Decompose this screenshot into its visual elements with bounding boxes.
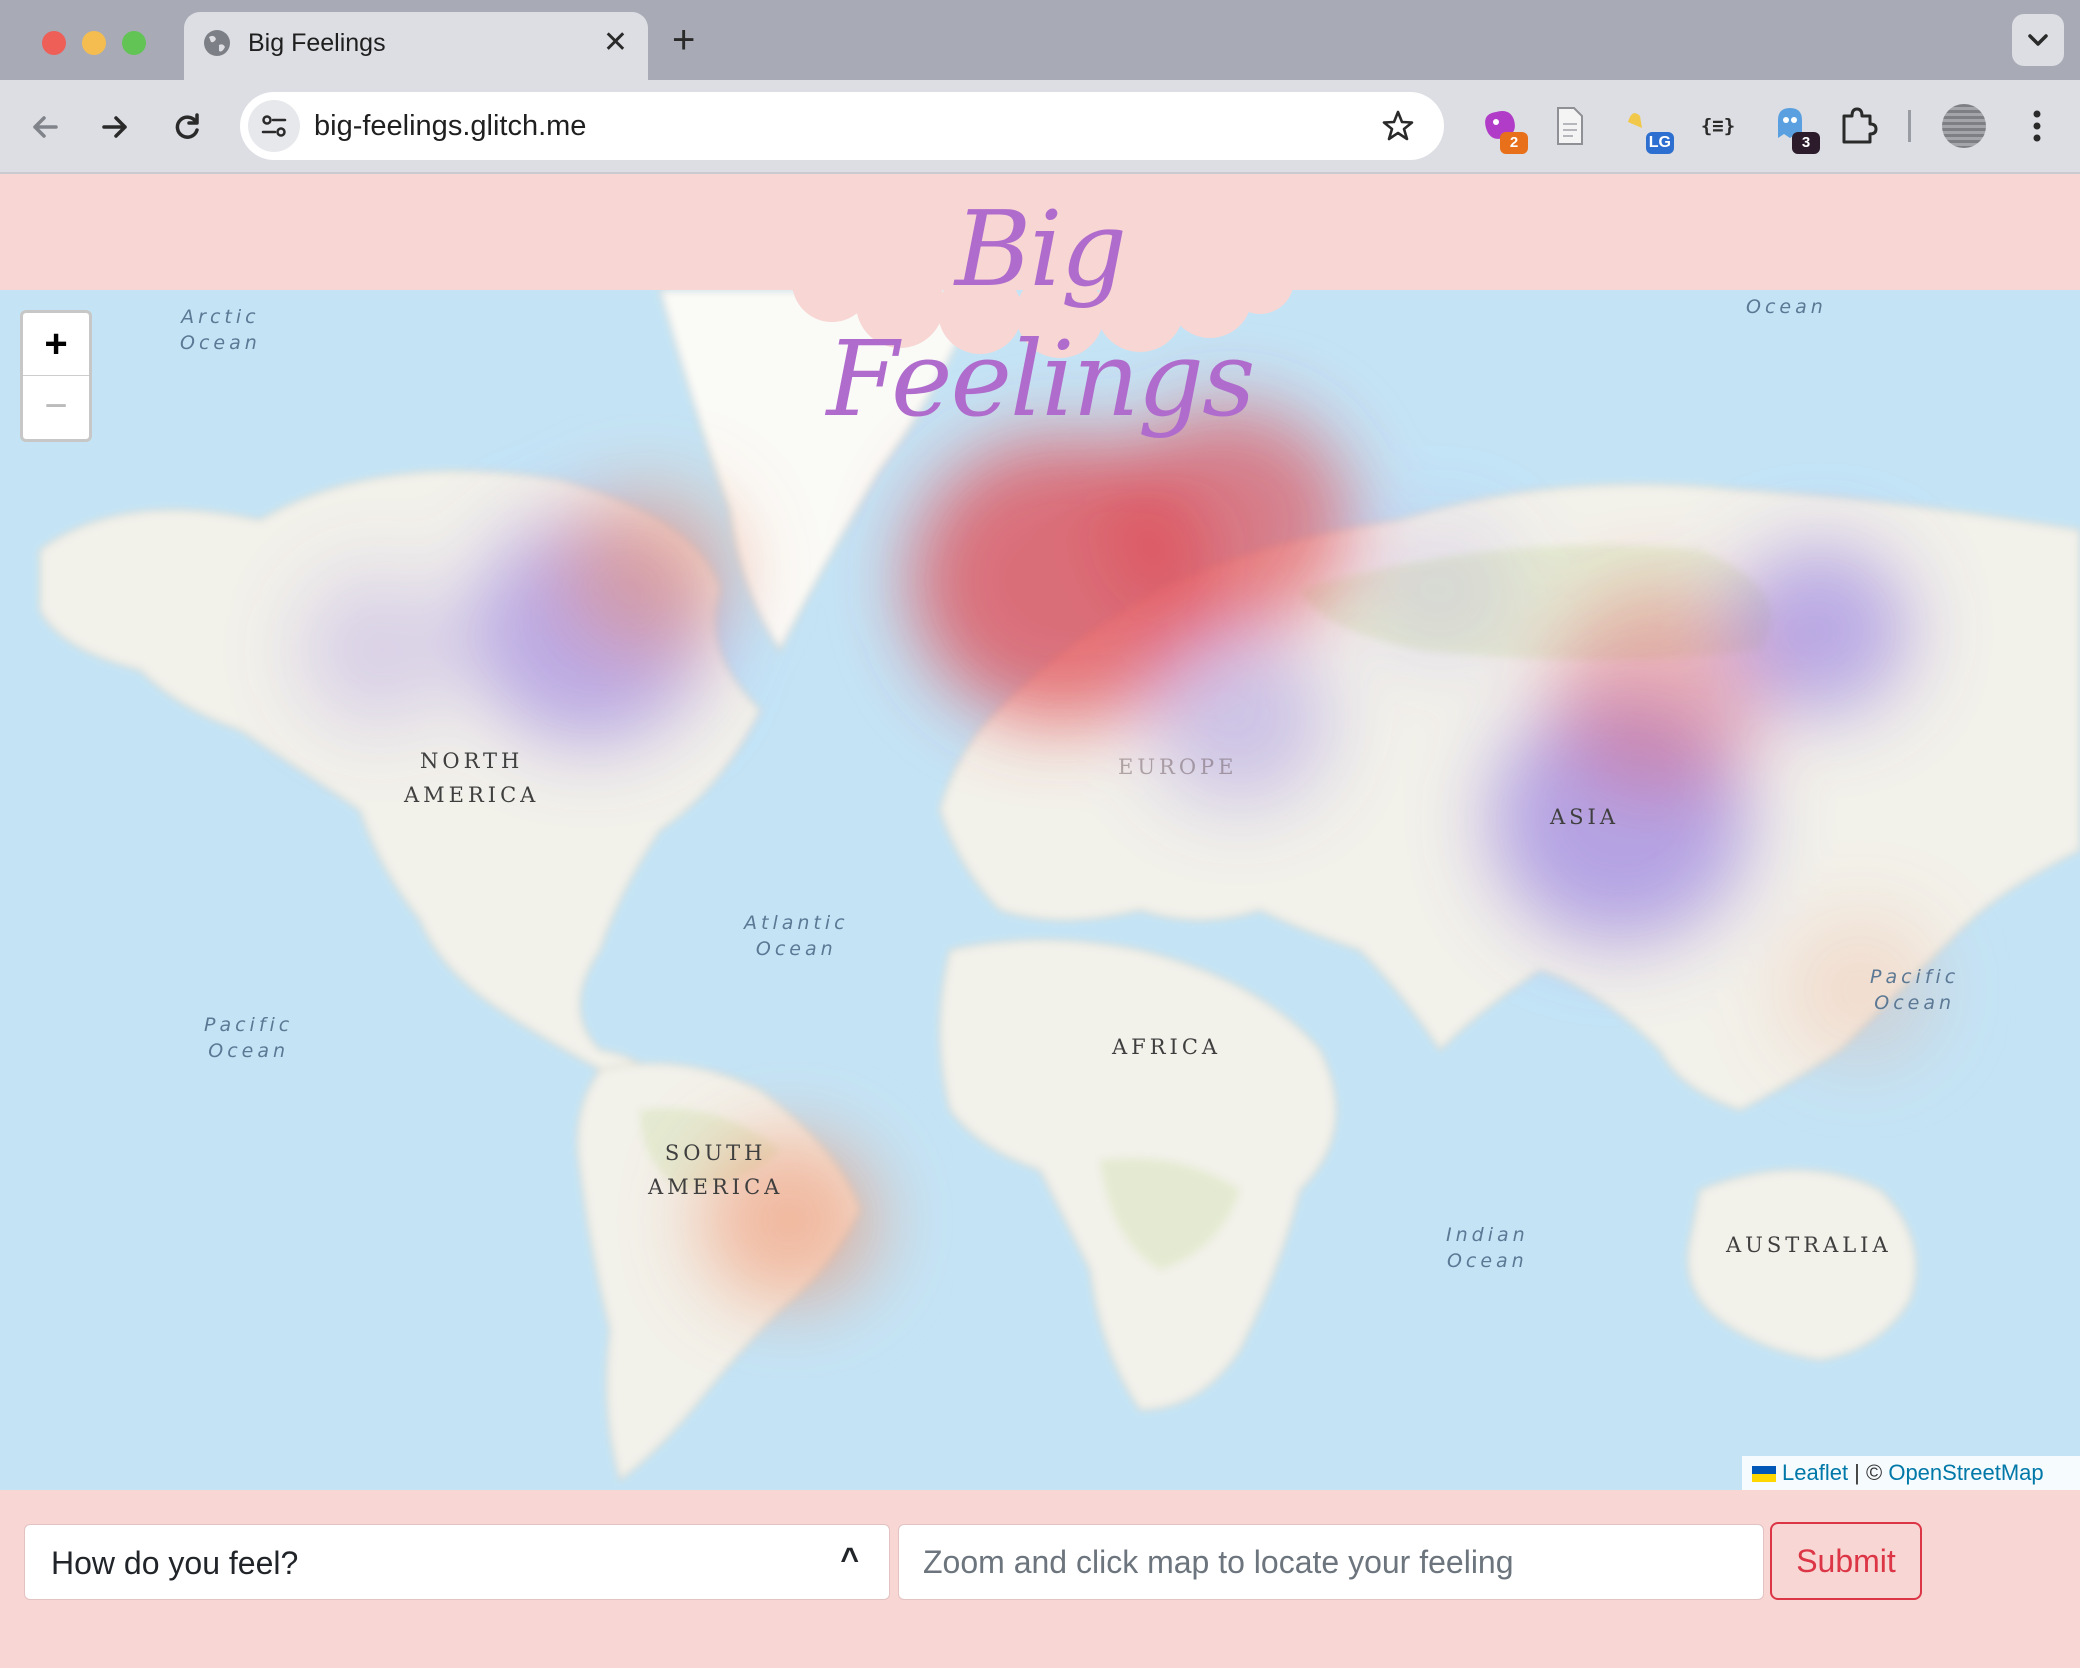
profile-avatar[interactable] — [1942, 104, 1986, 148]
document-icon — [1557, 107, 1583, 145]
location-input[interactable] — [898, 1524, 1764, 1600]
tune-icon — [261, 115, 287, 137]
site-info-button[interactable] — [248, 100, 300, 152]
feeling-select-value: How do you feel? — [51, 1545, 299, 1581]
url-text[interactable]: big-feelings.glitch.me — [314, 107, 586, 145]
ocean-label-atlantic: Atlantic Ocean — [744, 912, 849, 960]
openstreetmap-link[interactable]: OpenStreetMap — [1888, 1460, 2043, 1485]
map-attribution: Leaflet | © OpenStreetMap — [1742, 1456, 2080, 1490]
heat-blob — [1360, 514, 1520, 666]
caret-up-icon: ^ — [840, 1541, 859, 1577]
ocean-label-arctic: Arctic Ocean — [180, 306, 261, 354]
arrow-left-icon — [33, 116, 58, 138]
ukraine-flag-icon — [1752, 1466, 1776, 1482]
toolbar-divider — [1908, 110, 1911, 142]
heat-blob — [560, 484, 740, 656]
continent-label-south-america: SOUTH AMERICA — [648, 1141, 784, 1199]
tab-title: Big Feelings — [248, 29, 386, 57]
document-extension-icon[interactable] — [1546, 102, 1594, 150]
json-extension-icon[interactable]: {≡} — [1694, 102, 1742, 150]
chevron-down-icon — [2028, 34, 2048, 46]
ocean-label-pacific-east: Pacific Ocean — [1870, 966, 1960, 1014]
globe-icon — [204, 30, 230, 56]
puzzle-icon — [1842, 107, 1878, 144]
browser-toolbar: big-feelings.glitch.me 2 LG {≡} 3 — [0, 80, 2080, 174]
extension-badge: 2 — [1500, 132, 1528, 154]
bookmark-star-icon[interactable] — [1380, 108, 1416, 144]
address-bar[interactable]: big-feelings.glitch.me — [240, 92, 1444, 160]
ghost-extension-icon[interactable]: 3 — [1768, 102, 1820, 154]
lg-extension-icon[interactable]: LG — [1622, 102, 1674, 154]
browser-tab-bar: Big Feelings ✕ + — [0, 0, 2080, 80]
heat-blob — [300, 574, 460, 726]
continent-label-north-america: NORTH AMERICA — [404, 749, 540, 807]
feeling-select[interactable]: How do you feel? ^ — [24, 1524, 890, 1600]
site-title: Big Feelings — [826, 188, 1255, 440]
forward-button[interactable] — [92, 104, 138, 150]
tab-search-button[interactable] — [2012, 14, 2064, 66]
tab-close-icon[interactable]: ✕ — [603, 26, 628, 60]
back-button[interactable] — [22, 104, 68, 150]
attribution-separator: | © — [1848, 1460, 1889, 1485]
extension-badge: LG — [1645, 132, 1674, 154]
reload-button[interactable] — [164, 104, 210, 150]
heat-blob — [1730, 544, 1910, 716]
more-menu-icon[interactable] — [2022, 104, 2052, 148]
window-minimize-button[interactable] — [82, 31, 106, 55]
zoom-control: + − — [20, 310, 92, 442]
window-close-button[interactable] — [42, 31, 66, 55]
window-maximize-button[interactable] — [122, 31, 146, 55]
purple-blob-extension-icon[interactable]: 2 — [1476, 102, 1528, 154]
zoom-in-button[interactable]: + — [23, 313, 89, 376]
puzzle-extensions-icon[interactable] — [1834, 102, 1882, 150]
leaflet-link[interactable]: Leaflet — [1782, 1460, 1848, 1485]
ocean-label-pacific-west: Pacific Ocean — [204, 1014, 294, 1062]
reload-icon — [175, 113, 199, 139]
world-map[interactable]: Arctic Ocean Ocean NORTH AMERICA Atlantic O… — [0, 290, 2080, 1490]
ocean-label-indian: Indian Ocean — [1446, 1224, 1529, 1272]
extension-badge: 3 — [1792, 132, 1820, 154]
continent-label-africa: AFRICA — [1112, 1035, 1222, 1059]
continent-label-asia: ASIA — [1550, 805, 1620, 829]
ocean-label-ne: Ocean — [1746, 296, 1827, 318]
arrow-right-icon — [102, 116, 127, 138]
submit-button[interactable]: Submit — [1770, 1522, 1922, 1600]
browser-tab[interactable]: Big Feelings ✕ — [184, 12, 648, 80]
continent-label-europe: EUROPE — [1118, 755, 1238, 779]
zoom-out-button[interactable]: − — [23, 376, 89, 438]
continent-label-australia: AUSTRALIA — [1726, 1233, 1892, 1257]
new-tab-button[interactable]: + — [672, 18, 695, 62]
map-tiles — [0, 290, 2080, 1490]
